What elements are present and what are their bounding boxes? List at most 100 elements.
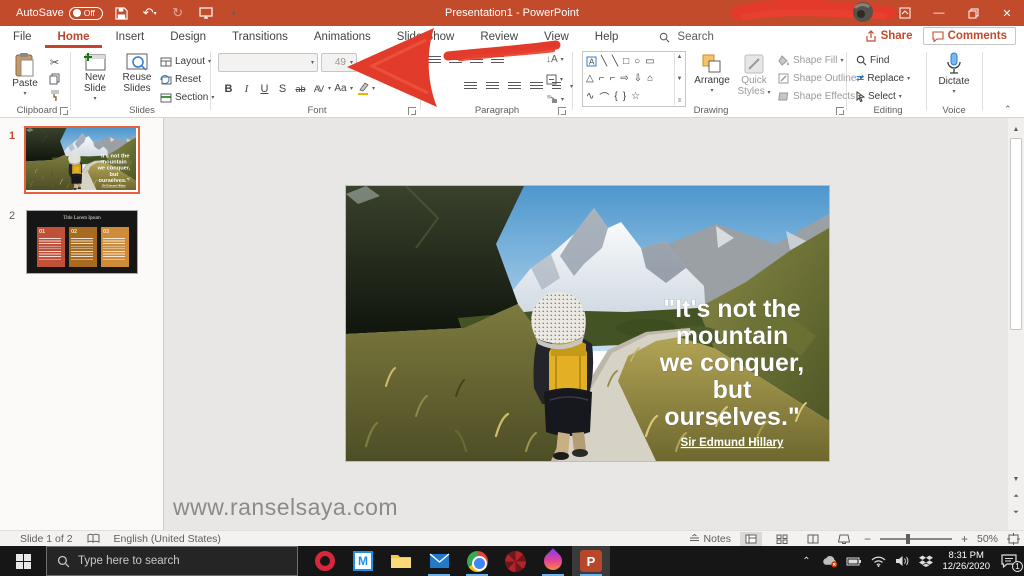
minimize-icon[interactable]: — [922,0,956,26]
reuse-slides-button[interactable]: Reuse Slides [118,52,156,94]
language-indicator[interactable]: English (United States) [114,533,221,545]
taskbar-chrome-icon[interactable] [458,546,496,576]
taskbar-clock[interactable]: 8:31 PM 12/26/2020 [942,550,990,572]
qat-dropdown-icon[interactable]: ▾ [225,5,243,21]
close-icon[interactable]: ✕ [990,0,1024,26]
new-slide-button[interactable]: New Slide▾ [76,52,114,105]
scroll-up-icon[interactable]: ▲ [1013,122,1020,136]
strikethrough-button[interactable]: ab [292,80,309,97]
cut-icon[interactable]: ✂ [46,54,63,71]
taskbar-mail-icon[interactable] [420,546,458,576]
taskbar-opera-icon[interactable] [306,546,344,576]
section-button[interactable]: Section▾ [160,92,214,103]
vertical-scrollbar[interactable]: ▲ ▼ ⏶ ⏷ [1008,118,1024,530]
current-slide[interactable] [345,185,830,462]
tab-slideshow[interactable]: Slide Show [384,26,468,48]
shape-fill-button[interactable]: Shape Fill▾ [778,55,843,66]
dropbox-icon[interactable] [918,555,934,567]
slide1-thumbnail[interactable] [26,128,138,192]
font-dialog-launcher[interactable] [408,107,416,115]
clipboard-dialog-launcher[interactable] [60,107,68,115]
tab-home[interactable]: Home [45,26,103,48]
zoom-level[interactable]: 50% [977,533,998,545]
paragraph-dialog-launcher[interactable] [558,107,566,115]
slideshow-view-button[interactable] [833,532,855,546]
start-button[interactable] [0,546,46,576]
change-case-button[interactable]: Aa [332,80,349,97]
taskbar-m-app-icon[interactable]: M [344,546,382,576]
bullets-icon[interactable] [428,56,441,65]
tab-review[interactable]: Review [467,26,531,48]
align-right-icon[interactable] [508,82,521,91]
reading-view-button[interactable] [802,532,824,546]
shape-effects-button[interactable]: Shape Effects▾ [778,91,861,102]
comments-button[interactable]: Comments [923,27,1016,45]
numbering-icon[interactable] [449,56,462,65]
volume-icon[interactable] [894,555,910,567]
next-slide-icon[interactable]: ⏷ [1013,506,1019,520]
autosave-toggle[interactable]: AutoSave Off [16,7,103,20]
highlight-color-icon[interactable] [354,80,371,97]
restore-icon[interactable] [956,0,990,26]
action-center-icon[interactable]: 1 [998,554,1020,568]
layout-button[interactable]: Layout▾ [160,56,211,67]
onedrive-error-icon[interactable] [822,555,838,568]
increase-indent-icon[interactable] [491,56,504,65]
start-slideshow-icon[interactable] [197,5,215,21]
tab-transitions[interactable]: Transitions [219,26,301,48]
convert-smartart-button[interactable]: ▾ [546,94,564,104]
taskbar-paint3d-icon[interactable] [534,546,572,576]
ribbon-display-options-icon[interactable] [888,0,922,26]
tab-help[interactable]: Help [582,26,632,48]
previous-slide-icon[interactable]: ⏶ [1013,490,1019,504]
normal-view-button[interactable] [740,532,762,546]
tab-view[interactable]: View [531,26,582,48]
replace-button[interactable]: ⇄ Replace▾ [856,73,910,84]
collapse-ribbon-icon[interactable]: ⌃ [1004,104,1012,115]
tab-design[interactable]: Design [157,26,219,48]
ribbon-search[interactable]: Search [659,31,713,43]
copy-icon[interactable] [46,70,63,87]
wifi-icon[interactable] [870,556,886,567]
bold-button[interactable]: B [220,80,237,97]
taskbar-powerpoint-icon[interactable]: P [572,546,610,576]
dictate-button[interactable]: Dictate▾ [934,52,974,98]
tab-file[interactable]: File [0,26,45,48]
find-button[interactable]: Find [856,55,889,66]
tab-insert[interactable]: Insert [102,26,157,48]
align-text-button[interactable]: ▾ [546,74,563,85]
underline-button[interactable]: U [256,80,273,97]
align-center-icon[interactable] [486,82,499,91]
shadow-button[interactable]: S [274,80,291,97]
character-spacing-button[interactable]: AV [310,80,327,97]
select-button[interactable]: Select▾ [856,91,902,102]
zoom-slider-thumb[interactable] [906,534,910,544]
scrollbar-thumb[interactable] [1010,138,1022,330]
paste-button[interactable]: Paste▾ [8,52,42,100]
undo-icon[interactable]: ↶▾ [141,5,159,21]
spellcheck-icon[interactable] [87,533,100,544]
quick-styles-button[interactable]: QuickStyles ▾ [734,53,774,99]
slide-indicator[interactable]: Slide 1 of 2 [20,533,73,545]
font-name-combobox[interactable]: ▾ [218,53,318,72]
redo-icon[interactable]: ↻ [169,5,187,21]
taskbar-red-app-icon[interactable] [496,546,534,576]
format-painter-icon[interactable] [46,86,63,103]
justify-icon[interactable] [530,82,543,91]
notes-button[interactable]: Notes [689,533,731,545]
share-button[interactable]: Share [865,30,913,42]
slide2-thumbnail[interactable]: Title Lorem Ipsum 01 02 03 [26,210,138,274]
battery-icon[interactable] [846,556,862,566]
zoom-out-button[interactable]: − [864,532,871,546]
zoom-slider[interactable] [880,538,952,540]
save-icon[interactable] [113,5,131,21]
decrease-indent-icon[interactable] [470,56,483,65]
shapes-scrollbar[interactable]: ▲▼≡ [674,53,684,105]
font-size-combobox[interactable]: 49▾ [321,53,357,72]
fit-to-window-icon[interactable] [1007,533,1020,545]
italic-button[interactable]: I [238,80,255,97]
align-left-icon[interactable] [464,82,477,91]
text-direction-button[interactable]: ↓A▾ [546,54,564,65]
scroll-down-icon[interactable]: ▼ [1013,472,1020,486]
shapes-gallery[interactable]: A╲╲□○▭ △⌐⌐⇨⇩⌂ ∿⌒{}☆ ▲▼≡ [582,51,686,107]
